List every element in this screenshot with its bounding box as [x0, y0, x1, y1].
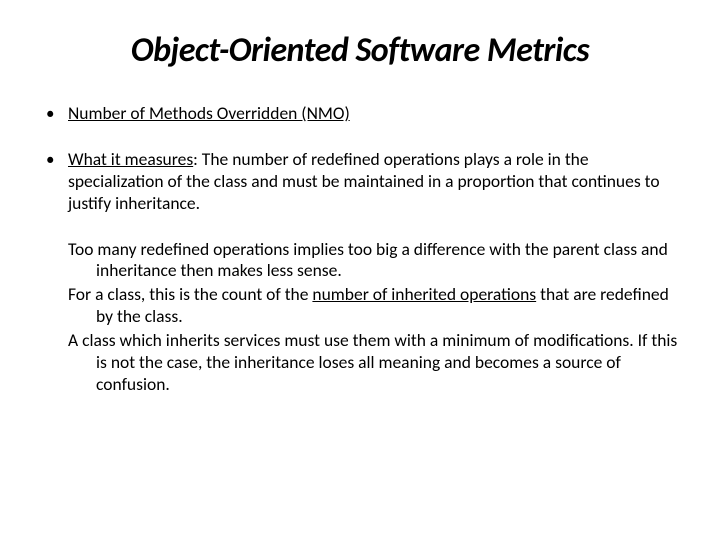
- bullet-item-nmo: Number of Methods Overridden (NMO): [68, 103, 680, 125]
- bullet-lead-measures: What it measures: [68, 148, 193, 170]
- paragraph-block: Too many redefined operations implies to…: [40, 239, 680, 396]
- paragraph-2-underline: number of inherited operations: [312, 283, 536, 305]
- paragraph-1: Too many redefined operations implies to…: [68, 239, 680, 283]
- bullet-item-measures: What it measures: The number of redefine…: [68, 149, 680, 215]
- bullet-list: Number of Methods Overridden (NMO) What …: [40, 103, 680, 215]
- paragraph-2: For a class, this is the count of the nu…: [68, 284, 680, 328]
- bullet-text-nmo: Number of Methods Overridden (NMO): [68, 102, 350, 124]
- paragraph-2a: For a class, this is the count of the: [68, 283, 312, 305]
- slide-title: Object-Oriented Software Metrics: [40, 30, 680, 71]
- paragraph-3: A class which inherits services must use…: [68, 330, 680, 396]
